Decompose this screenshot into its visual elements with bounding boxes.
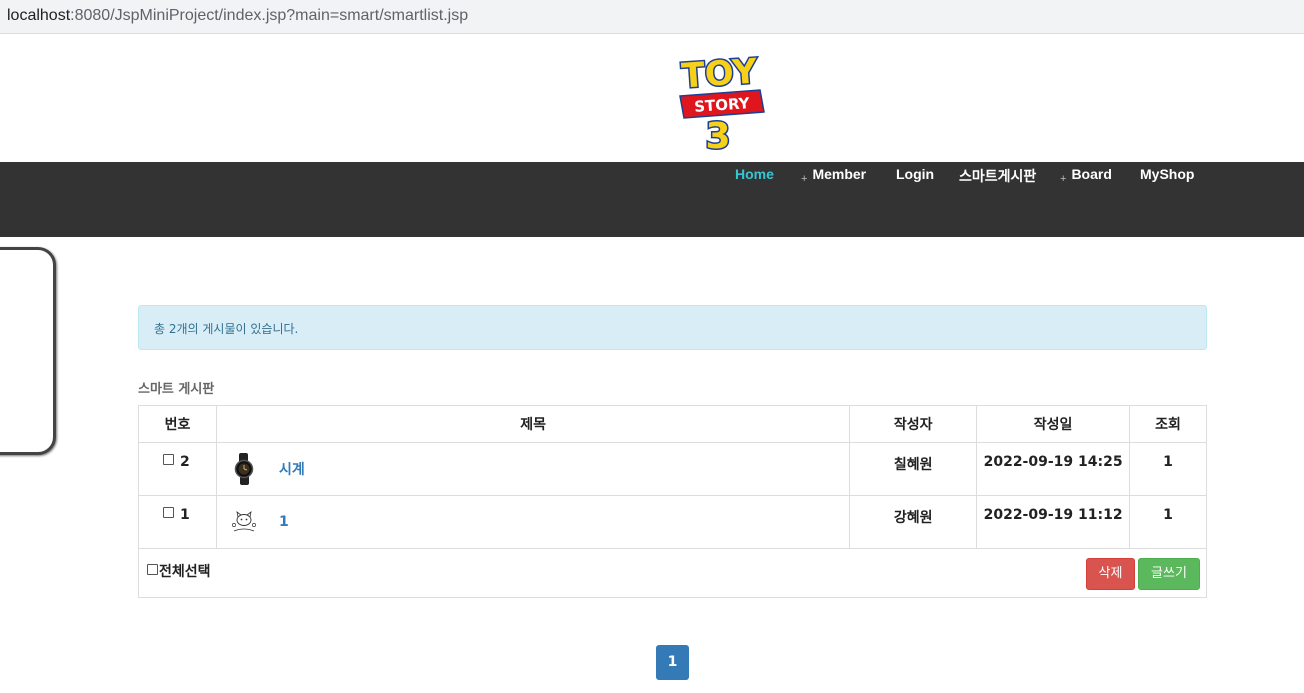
nav-login[interactable]: Login [896,166,934,182]
column-header-number: 번호 [138,405,217,443]
delete-button[interactable]: 삭제 [1086,558,1135,590]
row-number: 2 [180,454,190,470]
row-checkbox[interactable] [163,454,174,465]
nav-home[interactable]: Home [735,166,774,182]
column-header-subject: 제목 [215,405,851,443]
row-writer: 칠혜원 [849,442,978,496]
row-date: 2022-09-19 14:25 [976,442,1131,496]
nav-smart-board[interactable]: 스마트게시판 [959,166,1036,186]
row-writer: 강혜원 [849,495,978,549]
logo-toy-text: TOY [680,52,758,97]
toy-story-logo[interactable]: TOY STORY 3 [672,50,768,159]
nav-myshop[interactable]: MyShop [1140,166,1194,182]
side-panel [0,247,56,455]
nav-myshop-label: MyShop [1140,166,1195,182]
post-subject-link[interactable]: 1 [279,514,289,530]
select-all-label: 전체선택 [159,564,211,580]
row-views: 1 [1129,495,1207,549]
expand-plus-icon: + [1060,173,1067,185]
row-number-cell: 1 [138,495,217,549]
url-text[interactable]: localhost:8080/JspMiniProject/index.jsp?… [7,7,468,25]
board-table: 번호 제목 작성자 작성일 조회 2 시계 칠혜원 2022-09-19 14:… [138,405,1207,549]
select-all-checkbox[interactable]: 전체선택 [147,561,211,581]
browser-address-bar[interactable]: localhost:8080/JspMiniProject/index.jsp?… [0,0,1304,34]
select-all-box[interactable] [147,564,158,575]
row-subject-cell: 1 [215,495,851,549]
table-header-row: 번호 제목 작성자 작성일 조회 [138,405,1207,443]
logo-number-text: 3 [705,116,730,152]
table-row: 2 시계 칠혜원 2022-09-19 14:25 1 [138,442,1207,496]
url-host: localhost [7,7,71,24]
write-button[interactable]: 글쓰기 [1138,558,1200,590]
post-count-alert: 총 2개의 게시물이 있습니다. [138,305,1207,350]
row-number-cell: 2 [138,442,217,496]
nav-home-label: Home [735,166,774,182]
column-header-views: 조회 [1129,405,1207,443]
board-title: 스마트 게시판 [138,382,215,397]
row-number: 1 [180,507,190,523]
nav-board[interactable]: + Board [1060,166,1112,185]
nav-login-label: Login [896,166,935,182]
row-date: 2022-09-19 11:12 [976,495,1131,549]
main-navbar: Home + Member Login 스마트게시판 + Board MyShop [0,162,1304,237]
table-row: 1 1 강혜원 2022-09-19 11:12 1 [138,495,1207,549]
row-checkbox[interactable] [163,507,174,518]
pagination-current-page[interactable]: 1 [656,645,689,680]
row-views: 1 [1129,442,1207,496]
expand-plus-icon: + [801,173,808,185]
row-subject-cell: 시계 [215,442,851,496]
nav-member[interactable]: + Member [801,166,867,185]
board-actions-row: 전체선택 삭제 글쓰기 [138,549,1207,598]
nav-member-label: Member [812,166,867,182]
nav-board-label: Board [1071,166,1112,182]
post-count-text: 총 2개의 게시물이 있습니다. [154,322,299,336]
watch-icon[interactable] [229,452,259,486]
column-header-date: 작성일 [976,405,1131,443]
nav-smart-board-label: 스마트게시판 [959,168,1037,184]
cat-sticker-icon[interactable] [229,505,259,539]
url-path: :8080/JspMiniProject/index.jsp?main=smar… [70,7,469,24]
post-subject-link[interactable]: 시계 [279,462,305,478]
column-header-writer: 작성자 [849,405,978,443]
